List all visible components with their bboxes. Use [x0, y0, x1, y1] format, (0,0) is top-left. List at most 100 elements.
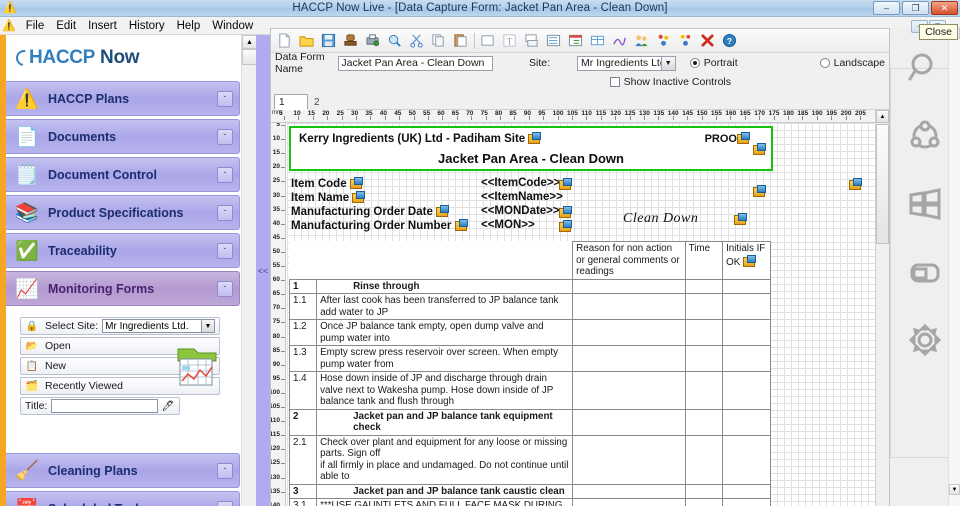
table-control-icon[interactable]	[587, 30, 608, 51]
chevron-down-icon[interactable]: ˇ	[217, 129, 233, 145]
delete-icon[interactable]	[697, 30, 718, 51]
chevron-down-icon[interactable]: ▼	[201, 320, 214, 332]
users-icon[interactable]	[631, 30, 652, 51]
menu-item-history[interactable]: History	[123, 19, 171, 33]
field-binding-icon[interactable]	[528, 132, 542, 144]
cut-scissors-icon[interactable]	[406, 30, 427, 51]
row-time[interactable]	[684, 319, 724, 346]
field-binding-icon[interactable]	[349, 176, 363, 189]
field-binding-icon[interactable]	[849, 177, 862, 190]
row-time[interactable]	[684, 278, 724, 294]
chevron-down-icon[interactable]: ˇ	[217, 243, 233, 259]
row-initials[interactable]	[722, 498, 771, 506]
row-time[interactable]	[684, 498, 724, 506]
help-icon[interactable]: ?	[719, 30, 740, 51]
data-form-name-input[interactable]: Jacket Pan Area - Clean Down	[338, 55, 494, 71]
select-site-row[interactable]: 🔒 Select Site: Mr Ingredients Ltd. ▼	[20, 317, 220, 335]
maximize-button[interactable]: ❐	[902, 1, 929, 15]
sidebar-item-monitoring-forms[interactable]: 📈 Monitoring Forms ˇ	[6, 271, 240, 306]
menu-item-edit[interactable]: Edit	[50, 19, 82, 33]
meta-row-mon-number[interactable]: Manufacturing Order Number <<MON>>	[291, 218, 771, 232]
settings-balls-icon[interactable]	[653, 30, 674, 51]
row-initials[interactable]	[722, 278, 771, 294]
charms-scrollbar[interactable]: ▲ ▼	[948, 28, 960, 506]
title-input[interactable]	[51, 399, 158, 413]
panel-collapse-splitter[interactable]: <<	[256, 35, 270, 506]
page-tab-1[interactable]: 1	[274, 94, 308, 110]
row-initials[interactable]	[722, 293, 771, 320]
close-button[interactable]: ✕	[931, 1, 958, 15]
row-time[interactable]	[684, 371, 724, 410]
row-reason[interactable]	[572, 319, 686, 346]
meta-row-item-name[interactable]: Item Name <<ItemName>>	[291, 190, 771, 204]
chevron-down-icon[interactable]: ˇ	[217, 91, 233, 107]
table-row[interactable]: 3.1 ***USE GAUNTLETS AND FULL FACE MASK D…	[288, 498, 771, 506]
row-reason[interactable]	[572, 345, 686, 372]
row-initials[interactable]	[722, 434, 771, 485]
menu-item-window[interactable]: Window	[206, 19, 259, 33]
header-box[interactable]: Kerry Ingredients (UK) Ltd - Padiham Sit…	[289, 126, 773, 171]
scroll-down-button[interactable]: ▼	[949, 484, 960, 495]
portrait-radio[interactable]: Portrait	[689, 57, 738, 69]
chevron-down-icon[interactable]: ▼	[660, 56, 675, 70]
row-time[interactable]	[684, 483, 724, 499]
table-row[interactable]: 1.4 Hose down inside of JP and discharge …	[288, 371, 771, 410]
copy-icon[interactable]	[428, 30, 449, 51]
text-control-icon[interactable]: T	[499, 30, 520, 51]
field-binding-icon[interactable]	[352, 190, 366, 203]
properties-icon[interactable]	[675, 30, 696, 51]
sidebar-item-document-control[interactable]: 🗒️ Document Control ˇ	[6, 157, 240, 192]
scroll-thumb[interactable]	[876, 124, 889, 244]
meta-row-item-code[interactable]: Item Code <<ItemCode>>	[291, 176, 862, 190]
row-time[interactable]	[684, 293, 724, 320]
row-reason[interactable]	[572, 408, 686, 436]
row-time[interactable]	[684, 345, 724, 372]
chevron-down-icon[interactable]: ˇ	[217, 463, 233, 479]
row-initials[interactable]	[722, 483, 771, 499]
sidebar-item-cleaning-plans[interactable]: 🧹 Cleaning Plans ˇ	[6, 453, 240, 488]
search-pen-icon[interactable]: 🖊	[161, 401, 175, 412]
page-tab-2[interactable]: 2	[310, 95, 344, 110]
table-row[interactable]: 1.2 Once JP balance tank empty, open dump…	[288, 319, 771, 346]
save-icon[interactable]	[318, 30, 339, 51]
field-binding-icon[interactable]	[559, 177, 572, 190]
checklist-control-icon[interactable]	[565, 30, 586, 51]
field-binding-icon[interactable]	[737, 132, 750, 144]
chevron-down-icon[interactable]: ˇ	[217, 281, 233, 297]
row-initials[interactable]	[722, 371, 771, 410]
sidebar-item-haccp-plans[interactable]: ⚠️ HACCP Plans ˇ	[6, 81, 240, 116]
show-inactive-controls-checkbox[interactable]: Show Inactive Controls	[609, 76, 731, 88]
field-binding-icon[interactable]	[734, 213, 747, 225]
menu-item-help[interactable]: Help	[171, 19, 207, 33]
print-preview-icon[interactable]	[362, 30, 383, 51]
scroll-thumb[interactable]	[242, 49, 257, 65]
sidebar-item-scheduled-tasks[interactable]: 📅 Scheduled Tasks ˇ	[6, 491, 240, 506]
scroll-up-button[interactable]: ▲	[242, 35, 257, 49]
meta-row-mon-date[interactable]: Manufacturing Order Date <<MONDate>>	[291, 204, 771, 218]
field-binding-icon[interactable]	[454, 218, 468, 231]
sidebar-item-product-specifications[interactable]: 📚 Product Specifications ˇ	[6, 195, 240, 230]
row-reason[interactable]	[572, 371, 686, 410]
frame-control-icon[interactable]	[521, 30, 542, 51]
field-binding-icon[interactable]	[742, 254, 756, 267]
canvas-vertical-scrollbar[interactable]: ▲ ▼	[875, 110, 889, 506]
table-row[interactable]: 1.3 Empty screw press reservoir over scre…	[288, 345, 771, 372]
sidebar-item-documents[interactable]: 📄 Documents ˇ	[6, 119, 240, 154]
row-reason[interactable]	[572, 498, 686, 506]
row-initials[interactable]	[722, 319, 771, 346]
row-time[interactable]	[684, 434, 724, 485]
open-folder-icon[interactable]	[296, 30, 317, 51]
table-section-row[interactable]: 3 Jacket pan and JP balance tank caustic …	[288, 483, 771, 499]
site-dropdown[interactable]: Mr Ingredients Ltd. ▼	[577, 55, 676, 71]
title-search-row[interactable]: Title: 🖊	[20, 397, 180, 415]
chevron-down-icon[interactable]: ˇ	[217, 501, 233, 506]
field-binding-icon[interactable]	[559, 205, 572, 218]
table-section-row[interactable]: 1 Rinse through	[288, 278, 771, 294]
field-binding-icon[interactable]	[436, 204, 450, 217]
sidebar-scrollbar[interactable]: ▲	[241, 35, 257, 506]
table-row[interactable]: 2.1 Check over plant and equipment for an…	[288, 434, 771, 485]
table-row[interactable]: 1.1 After last cook has been transferred …	[288, 293, 771, 320]
field-binding-icon[interactable]	[559, 219, 572, 232]
field-binding-icon[interactable]	[753, 143, 766, 155]
row-reason[interactable]	[572, 293, 686, 320]
